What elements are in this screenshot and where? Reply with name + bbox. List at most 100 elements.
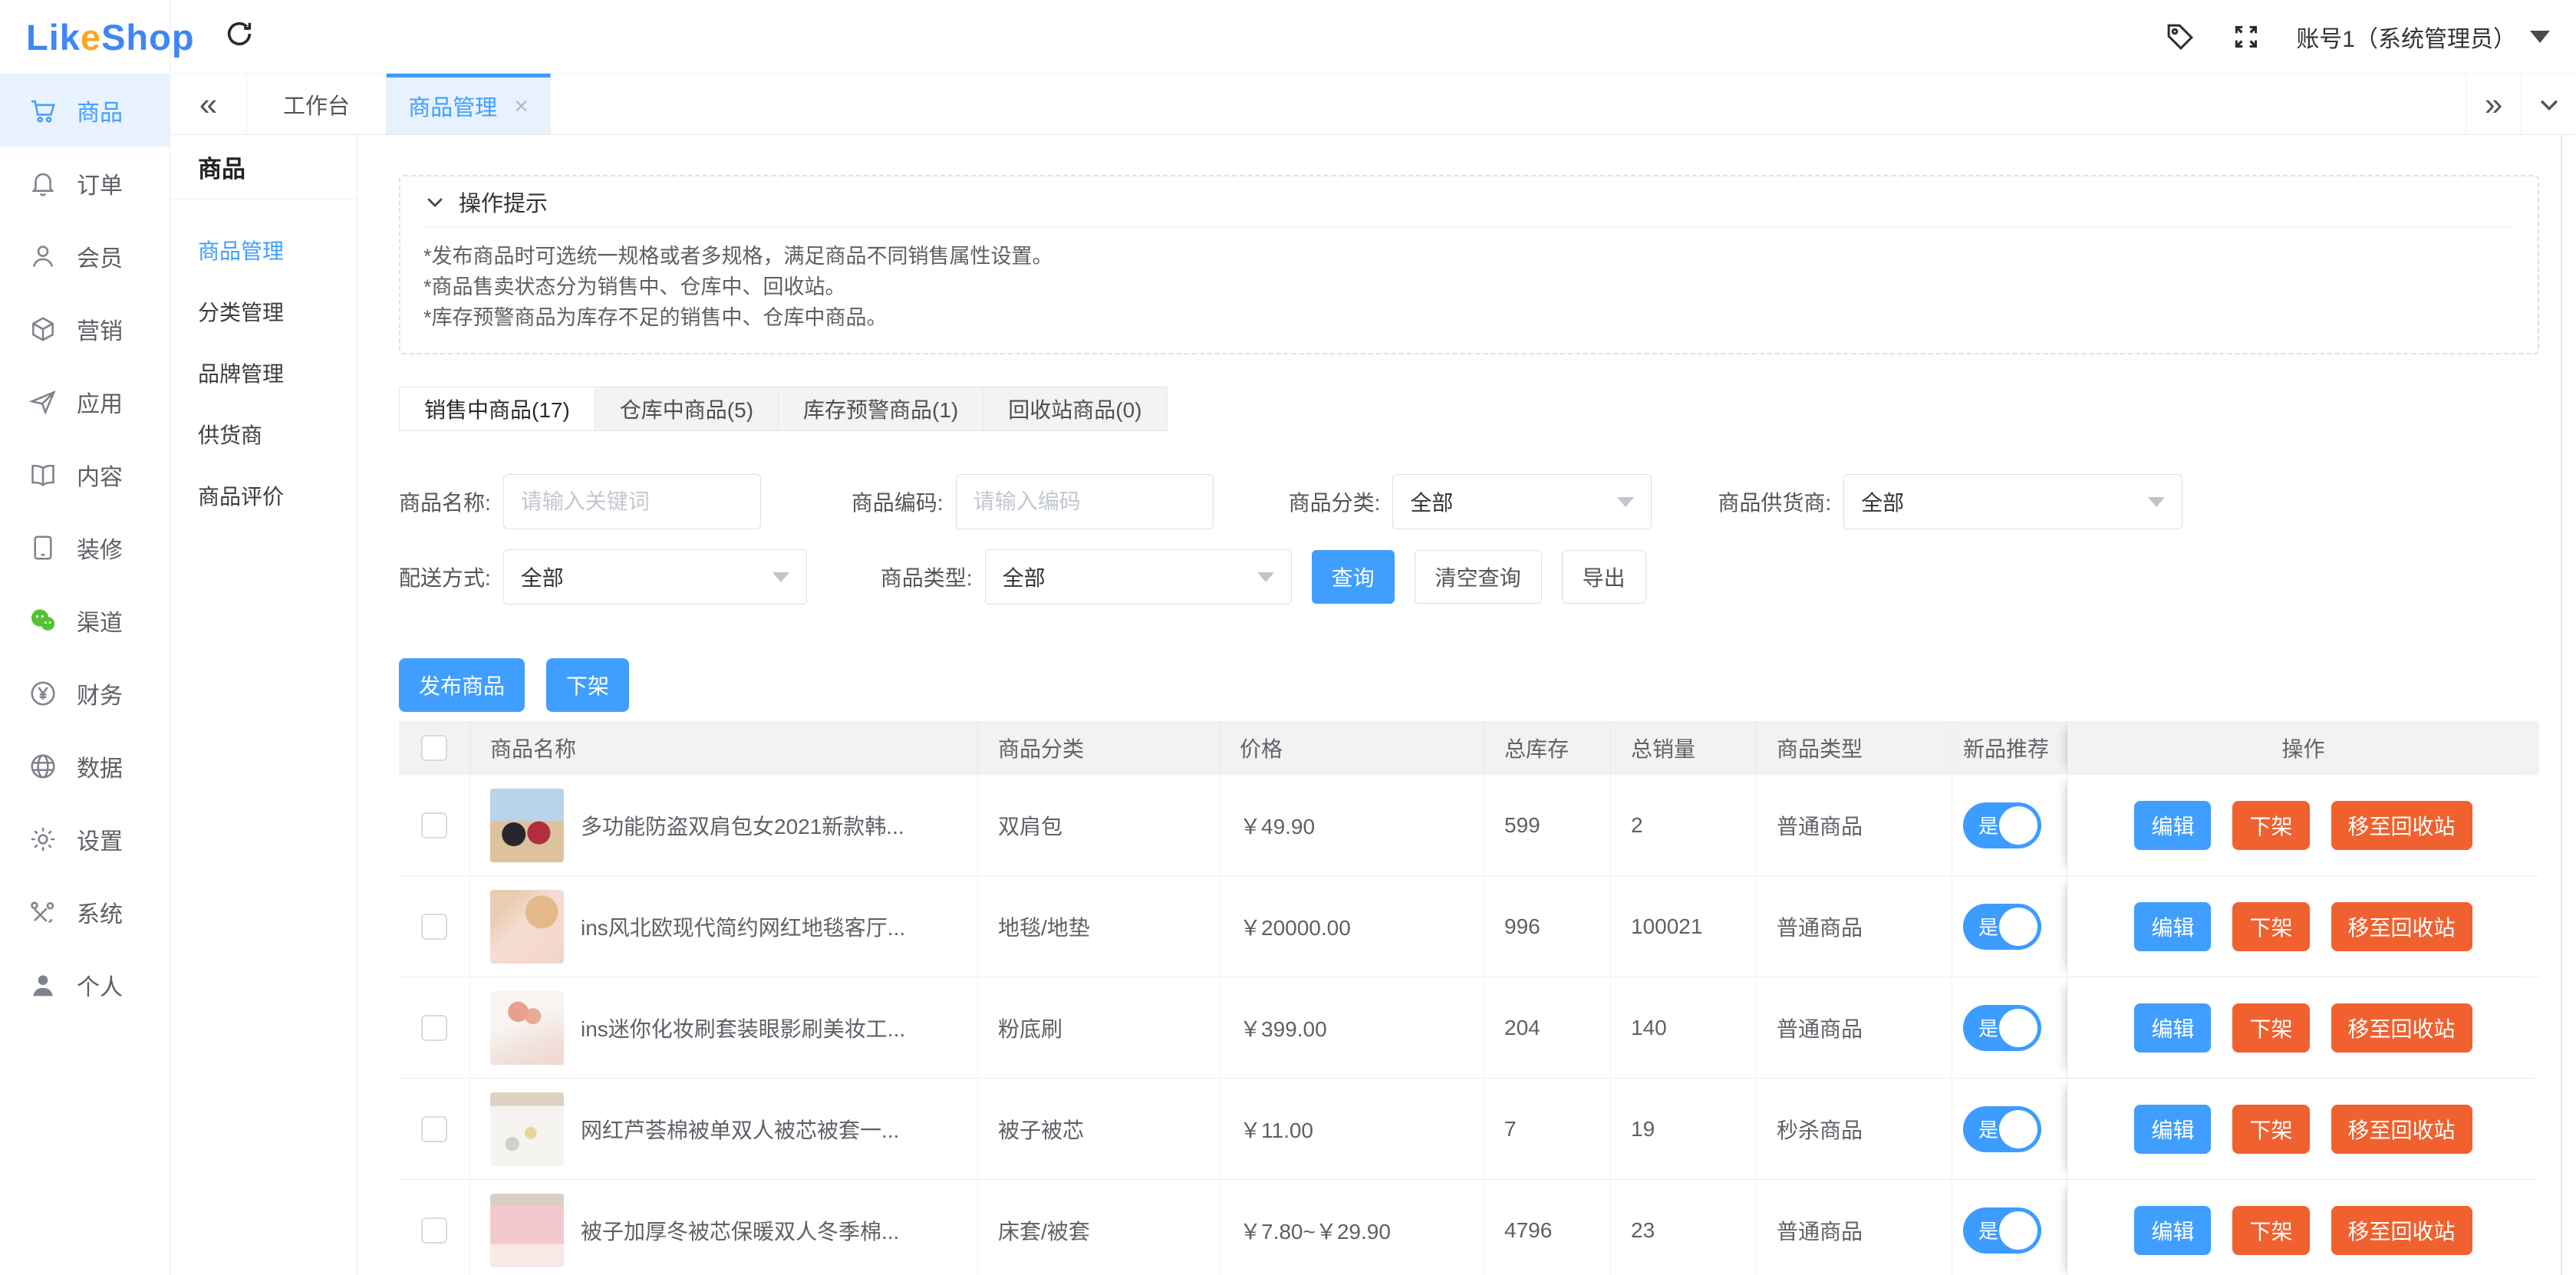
- sidebar-item-label: 渠道: [77, 604, 123, 638]
- tip-line: *库存预警商品为库存不足的销售中、仓库中商品。: [423, 302, 2515, 333]
- row-checkbox[interactable]: [421, 812, 447, 838]
- row-checkbox[interactable]: [421, 1217, 447, 1244]
- row-checkbox[interactable]: [421, 1116, 447, 1142]
- goods-category-select[interactable]: 全部: [1392, 474, 1652, 529]
- off-shelf-bulk-button[interactable]: 下架: [546, 658, 629, 712]
- col-header-recommend: 新品推荐: [1952, 721, 2067, 775]
- select-caret-icon: [1257, 572, 1274, 582]
- collapse-tabs-left-icon[interactable]: «: [170, 74, 247, 134]
- account-menu[interactable]: 账号1（系统管理员）: [2296, 20, 2550, 54]
- tips-title: 操作提示: [459, 186, 548, 218]
- submenu-item-goods-review[interactable]: 商品评价: [170, 465, 357, 526]
- select-caret-icon: [772, 572, 789, 582]
- goods-code-input[interactable]: [956, 474, 1214, 529]
- product-category: 床套/被套: [978, 1180, 1220, 1275]
- product-sales: 140: [1611, 977, 1757, 1078]
- product-stock: 4796: [1484, 1180, 1611, 1275]
- product-sales: 23: [1611, 1180, 1757, 1275]
- col-header-stock: 总库存: [1484, 721, 1611, 775]
- tag-icon[interactable]: [2164, 21, 2196, 53]
- product-type: 普通商品: [1757, 876, 1952, 977]
- sidebar-item-members[interactable]: 会员: [0, 219, 170, 292]
- product-category: 被子被芯: [978, 1079, 1220, 1179]
- goods-table: 商品名称 商品分类 价格 总库存 总销量 商品类型 新品推荐 操作 多功能防盗双…: [399, 721, 2539, 1275]
- sidebar-item-profile[interactable]: 个人: [0, 948, 170, 1021]
- product-type: 普通商品: [1757, 775, 1952, 875]
- tab-on-sale[interactable]: 销售中商品(17): [400, 387, 595, 430]
- submenu-title: 商品: [170, 135, 357, 199]
- product-thumbnail: [490, 1194, 564, 1267]
- off-shelf-button[interactable]: 下架: [2232, 1105, 2309, 1154]
- scroll-tabs-right-icon[interactable]: »: [2466, 74, 2521, 134]
- submenu-item-brand-manage[interactable]: 品牌管理: [170, 342, 357, 404]
- col-header-type: 商品类型: [1757, 721, 1952, 775]
- tab-workbench[interactable]: 工作台: [247, 74, 387, 134]
- tab-goods-manage[interactable]: 商品管理 ×: [387, 74, 551, 134]
- publish-goods-button[interactable]: 发布商品: [399, 658, 525, 712]
- submenu-item-goods-manage[interactable]: 商品管理: [170, 219, 357, 281]
- tab-in-warehouse[interactable]: 仓库中商品(5): [595, 387, 779, 430]
- recommend-toggle[interactable]: 是: [1963, 1106, 2041, 1152]
- globe-icon: [28, 751, 58, 782]
- edit-button[interactable]: 编辑: [2134, 902, 2211, 951]
- tab-stock-warning[interactable]: 库存预警商品(1): [779, 387, 983, 430]
- sidebar-item-marketing[interactable]: 营销: [0, 292, 170, 365]
- move-to-recycle-button[interactable]: 移至回收站: [2331, 1206, 2472, 1255]
- paper-plane-icon: [28, 387, 58, 417]
- search-button[interactable]: 查询: [1312, 550, 1395, 604]
- row-checkbox[interactable]: [421, 914, 447, 940]
- move-to-recycle-button[interactable]: 移至回收站: [2331, 1105, 2472, 1154]
- recommend-toggle[interactable]: 是: [1963, 1005, 2041, 1051]
- sidebar-item-decorate[interactable]: 装修: [0, 511, 170, 584]
- sidebar-item-label: 设置: [77, 822, 123, 856]
- toggle-knob: [1999, 1110, 2037, 1148]
- off-shelf-button[interactable]: 下架: [2232, 1206, 2309, 1255]
- scrollbar-track[interactable]: [2561, 135, 2562, 1275]
- person-icon: [28, 970, 58, 1000]
- product-price: ￥399.00: [1220, 977, 1484, 1078]
- sidebar-item-orders[interactable]: 订单: [0, 147, 170, 219]
- tab-recycle-bin[interactable]: 回收站商品(0): [983, 387, 1166, 430]
- move-to-recycle-button[interactable]: 移至回收站: [2331, 902, 2472, 951]
- off-shelf-button[interactable]: 下架: [2232, 801, 2309, 850]
- product-stock: 7: [1484, 1079, 1611, 1179]
- select-all-checkbox[interactable]: [421, 735, 447, 761]
- submenu-item-category-manage[interactable]: 分类管理: [170, 281, 357, 342]
- delivery-select[interactable]: 全部: [503, 549, 807, 605]
- row-checkbox[interactable]: [421, 1015, 447, 1041]
- goods-type-select[interactable]: 全部: [985, 549, 1292, 605]
- off-shelf-button[interactable]: 下架: [2232, 902, 2309, 951]
- col-header-name: 商品名称: [470, 721, 978, 775]
- sidebar-item-data[interactable]: 数据: [0, 730, 170, 802]
- refresh-icon[interactable]: [224, 18, 255, 54]
- tabs-menu-icon[interactable]: [2521, 74, 2576, 134]
- submenu-item-supplier[interactable]: 供货商: [170, 404, 357, 465]
- tips-header[interactable]: 操作提示: [423, 176, 2515, 227]
- gear-icon: [28, 824, 58, 855]
- sidebar-item-content[interactable]: 内容: [0, 438, 170, 511]
- export-button[interactable]: 导出: [1562, 550, 1646, 604]
- yen-circle-icon: [28, 678, 58, 709]
- goods-name-input[interactable]: [503, 474, 761, 529]
- sidebar-item-apps[interactable]: 应用: [0, 365, 170, 438]
- fullscreen-icon[interactable]: [2230, 21, 2262, 53]
- sidebar-item-settings[interactable]: 设置: [0, 802, 170, 875]
- recommend-toggle[interactable]: 是: [1963, 904, 2041, 950]
- sidebar-item-finance[interactable]: 财务: [0, 657, 170, 730]
- off-shelf-button[interactable]: 下架: [2232, 1003, 2309, 1053]
- sidebar-item-goods[interactable]: 商品: [0, 74, 170, 147]
- sidebar-item-channels[interactable]: 渠道: [0, 584, 170, 657]
- recommend-toggle[interactable]: 是: [1963, 802, 2041, 848]
- move-to-recycle-button[interactable]: 移至回收站: [2331, 1003, 2472, 1053]
- edit-button[interactable]: 编辑: [2134, 1105, 2211, 1154]
- product-price: ￥49.90: [1220, 775, 1484, 875]
- close-tab-icon[interactable]: ×: [514, 92, 529, 120]
- sidebar-item-system[interactable]: 系统: [0, 875, 170, 948]
- move-to-recycle-button[interactable]: 移至回收站: [2331, 801, 2472, 850]
- clear-search-button[interactable]: 清空查询: [1415, 550, 1542, 604]
- edit-button[interactable]: 编辑: [2134, 801, 2211, 850]
- goods-supplier-select[interactable]: 全部: [1843, 474, 2182, 529]
- edit-button[interactable]: 编辑: [2134, 1003, 2211, 1053]
- recommend-toggle[interactable]: 是: [1963, 1207, 2041, 1254]
- edit-button[interactable]: 编辑: [2134, 1206, 2211, 1255]
